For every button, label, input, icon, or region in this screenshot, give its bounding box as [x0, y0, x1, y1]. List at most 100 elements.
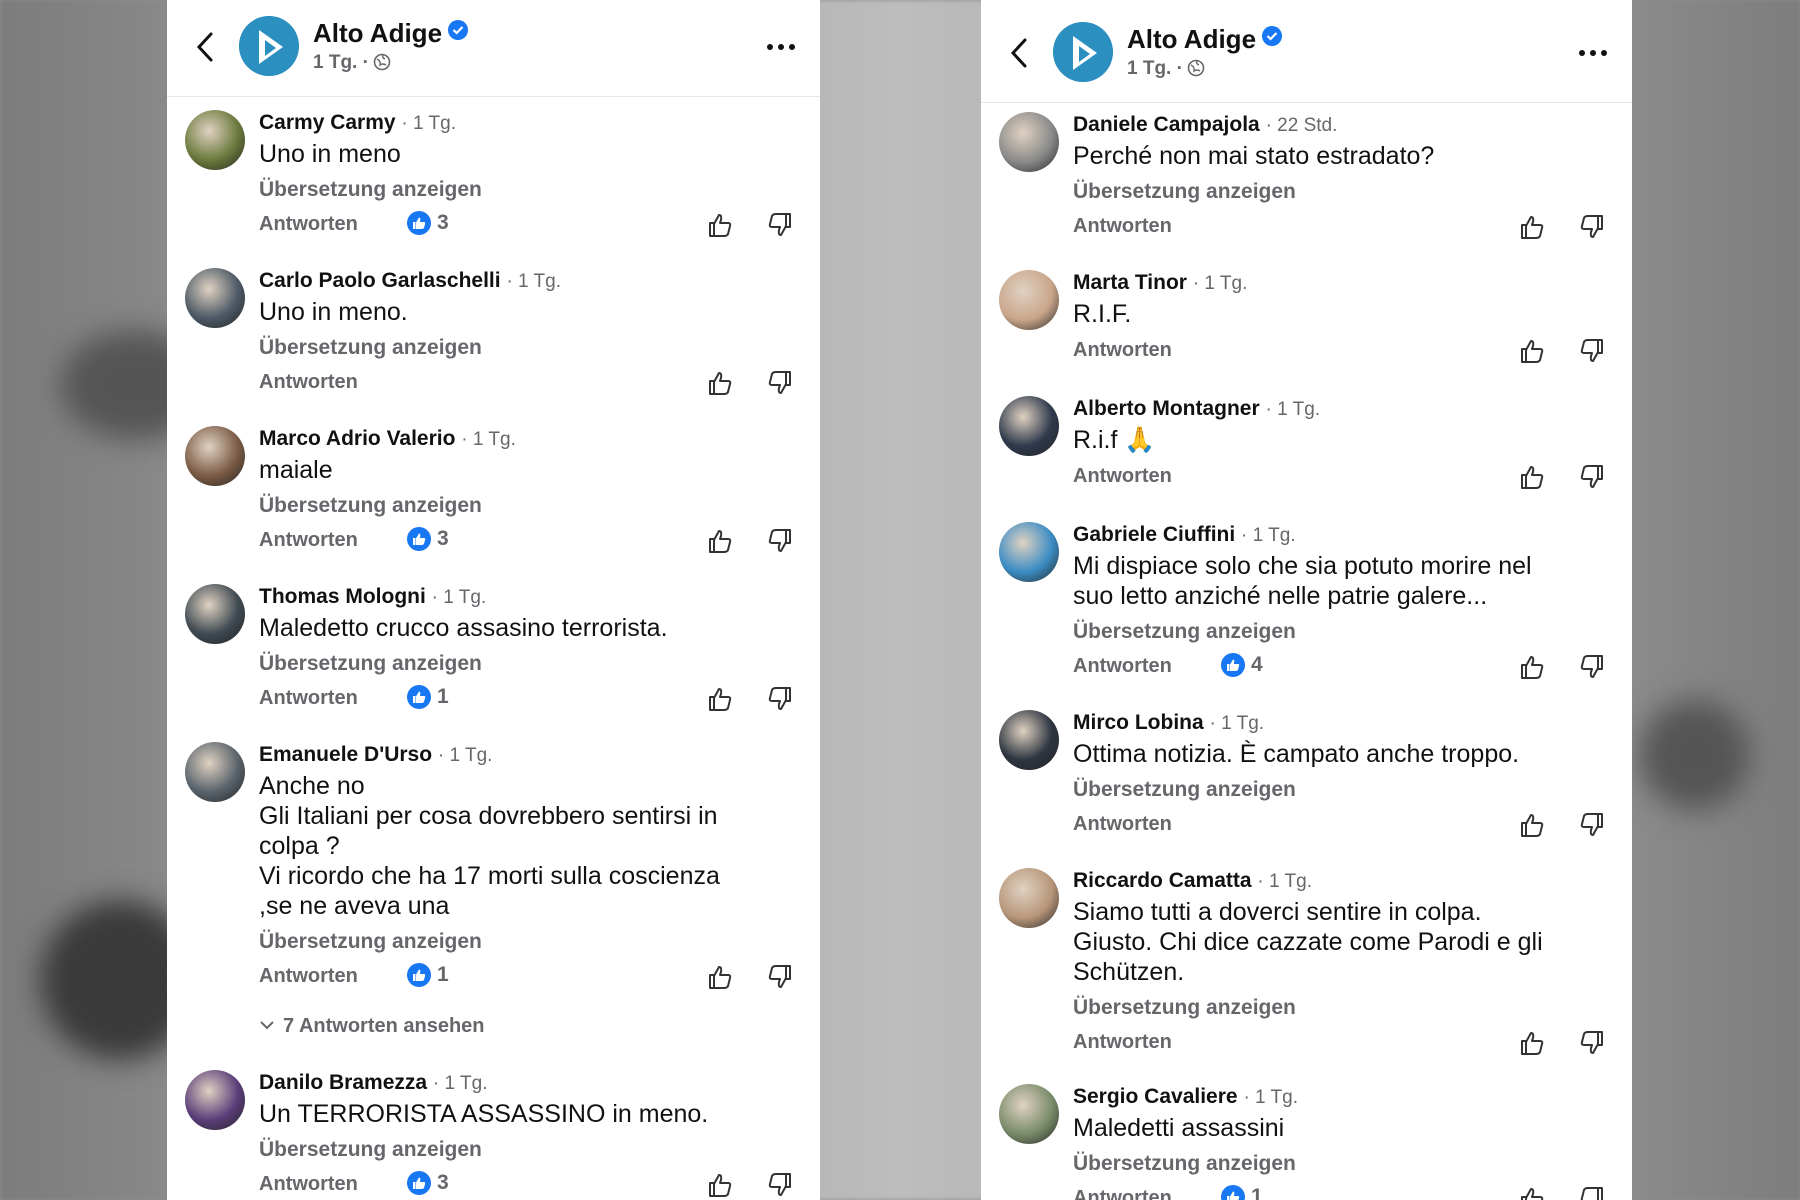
- commenter-avatar[interactable]: [185, 268, 245, 328]
- thumbs-down-icon[interactable]: [766, 369, 794, 397]
- thumbs-down-icon[interactable]: [1578, 811, 1606, 839]
- thumbs-up-icon[interactable]: [1518, 1185, 1546, 1200]
- reply-button[interactable]: Antworten: [1073, 813, 1172, 836]
- reaction-count[interactable]: 1: [407, 685, 449, 709]
- commenter-avatar[interactable]: [999, 270, 1059, 330]
- reply-button[interactable]: Antworten: [259, 213, 358, 236]
- reaction-count[interactable]: 3: [407, 1171, 449, 1195]
- translate-link[interactable]: Übersetzung anzeigen: [1073, 619, 1612, 645]
- translate-link[interactable]: Übersetzung anzeigen: [1073, 1151, 1612, 1177]
- thumbs-down-icon[interactable]: [766, 963, 794, 991]
- commenter-avatar[interactable]: [999, 522, 1059, 582]
- translate-link[interactable]: Übersetzung anzeigen: [259, 929, 800, 955]
- reply-button[interactable]: Antworten: [1073, 339, 1172, 362]
- thumbs-down-icon[interactable]: [1578, 1029, 1606, 1057]
- translate-link[interactable]: Übersetzung anzeigen: [259, 651, 800, 677]
- commenter-name[interactable]: Gabriele Ciuffini: [1073, 523, 1235, 546]
- reply-button[interactable]: Antworten: [1073, 655, 1172, 678]
- commenter-avatar[interactable]: [185, 742, 245, 802]
- thumbs-down-icon[interactable]: [766, 685, 794, 713]
- page-avatar[interactable]: [239, 16, 299, 76]
- thumbs-up-icon[interactable]: [706, 685, 734, 713]
- thumbs-up-icon[interactable]: [706, 1171, 734, 1199]
- thumbs-down-icon[interactable]: [1578, 337, 1606, 365]
- reply-button[interactable]: Antworten: [1073, 1187, 1172, 1200]
- commenter-avatar[interactable]: [999, 868, 1059, 928]
- commenter-name[interactable]: Carlo Paolo Garlaschelli: [259, 269, 501, 292]
- reply-button[interactable]: Antworten: [1073, 1031, 1172, 1054]
- commenter-name[interactable]: Riccardo Camatta: [1073, 869, 1252, 892]
- translate-link[interactable]: Übersetzung anzeigen: [259, 177, 800, 203]
- comment-actions: Antworten: [259, 369, 800, 399]
- thumbs-up-icon[interactable]: [1518, 653, 1546, 681]
- comment-header: Carlo Paolo Garlaschelli · 1 Tg.: [259, 268, 800, 295]
- commenter-name[interactable]: Danilo Bramezza: [259, 1071, 427, 1094]
- thumbs-up-icon[interactable]: [706, 527, 734, 555]
- commenter-avatar[interactable]: [185, 584, 245, 644]
- commenter-avatar[interactable]: [185, 110, 245, 170]
- commenter-avatar[interactable]: [999, 112, 1059, 172]
- commenter-avatar[interactable]: [185, 426, 245, 486]
- translate-link[interactable]: Übersetzung anzeigen: [1073, 995, 1612, 1021]
- commenter-name[interactable]: Mirco Lobina: [1073, 711, 1204, 734]
- thumbs-down-icon[interactable]: [1578, 463, 1606, 491]
- page-name[interactable]: Alto Adige: [313, 18, 469, 49]
- thumbs-down-icon[interactable]: [766, 1171, 794, 1199]
- page-avatar[interactable]: [1053, 22, 1113, 82]
- thumbs-down-icon[interactable]: [766, 211, 794, 239]
- thumbs-up-icon[interactable]: [1518, 213, 1546, 241]
- commenter-name[interactable]: Daniele Campajola: [1073, 113, 1260, 136]
- translate-link[interactable]: Übersetzung anzeigen: [1073, 179, 1612, 205]
- reply-button[interactable]: Antworten: [259, 371, 358, 394]
- reaction-count[interactable]: 1: [1221, 1185, 1263, 1200]
- reply-button[interactable]: Antworten: [259, 687, 358, 710]
- translate-link[interactable]: Übersetzung anzeigen: [259, 335, 800, 361]
- page-name[interactable]: Alto Adige: [1127, 24, 1283, 55]
- thumbs-up-icon[interactable]: [1518, 337, 1546, 365]
- comment-header: Carmy Carmy · 1 Tg.: [259, 110, 800, 137]
- commenter-avatar[interactable]: [999, 396, 1059, 456]
- commenter-avatar[interactable]: [185, 1070, 245, 1130]
- back-arrow-icon[interactable]: [191, 30, 221, 64]
- thumbs-up-icon[interactable]: [706, 369, 734, 397]
- thumbs-up-icon[interactable]: [1518, 1029, 1546, 1057]
- reaction-count[interactable]: 3: [407, 211, 449, 235]
- thumbs-down-icon[interactable]: [1578, 213, 1606, 241]
- reaction-count[interactable]: 3: [407, 527, 449, 551]
- thumbs-up-icon[interactable]: [1518, 463, 1546, 491]
- translate-link[interactable]: Übersetzung anzeigen: [259, 493, 800, 519]
- reply-button[interactable]: Antworten: [259, 1173, 358, 1196]
- commenter-name[interactable]: Alberto Montagner: [1073, 397, 1260, 420]
- thumbs-up-icon[interactable]: [706, 963, 734, 991]
- comment-header: Gabriele Ciuffini · 1 Tg.: [1073, 522, 1612, 549]
- commenter-name[interactable]: Emanuele D'Urso: [259, 743, 432, 766]
- comment-text-line: Giusto. Chi dice cazzate come Parodi e g…: [1073, 928, 1543, 956]
- thumbs-up-icon[interactable]: [706, 211, 734, 239]
- commenter-name[interactable]: Thomas Mologni: [259, 585, 426, 608]
- thumbs-down-icon[interactable]: [1578, 1185, 1606, 1200]
- thumbs-up-icon[interactable]: [1518, 811, 1546, 839]
- commenter-avatar[interactable]: [999, 710, 1059, 770]
- reply-button[interactable]: Antworten: [259, 965, 358, 988]
- translate-link[interactable]: Übersetzung anzeigen: [1073, 777, 1612, 803]
- thumbs-down-icon[interactable]: [1578, 653, 1606, 681]
- comment-timestamp: · 1 Tg.: [1209, 713, 1265, 734]
- commenter-name[interactable]: Sergio Cavaliere: [1073, 1085, 1238, 1108]
- commenter-name[interactable]: Carmy Carmy: [259, 111, 396, 134]
- reply-button[interactable]: Antworten: [1073, 215, 1172, 238]
- thumbs-down-icon[interactable]: [766, 527, 794, 555]
- commenter-name[interactable]: Marco Adrio Valerio: [259, 427, 455, 450]
- reaction-count[interactable]: 4: [1221, 653, 1263, 677]
- reply-button[interactable]: Antworten: [259, 529, 358, 552]
- reaction-count-value: 1: [437, 963, 449, 986]
- reaction-count-value: 1: [1251, 1185, 1263, 1200]
- back-arrow-icon[interactable]: [1005, 36, 1035, 70]
- commenter-avatar[interactable]: [999, 1084, 1059, 1144]
- more-options-icon[interactable]: [764, 30, 798, 64]
- reaction-count[interactable]: 1: [407, 963, 449, 987]
- reply-button[interactable]: Antworten: [1073, 465, 1172, 488]
- view-replies-link[interactable]: 7 Antworten ansehen: [259, 1015, 800, 1038]
- commenter-name[interactable]: Marta Tinor: [1073, 271, 1187, 294]
- more-options-icon[interactable]: [1576, 36, 1610, 70]
- translate-link[interactable]: Übersetzung anzeigen: [259, 1137, 800, 1163]
